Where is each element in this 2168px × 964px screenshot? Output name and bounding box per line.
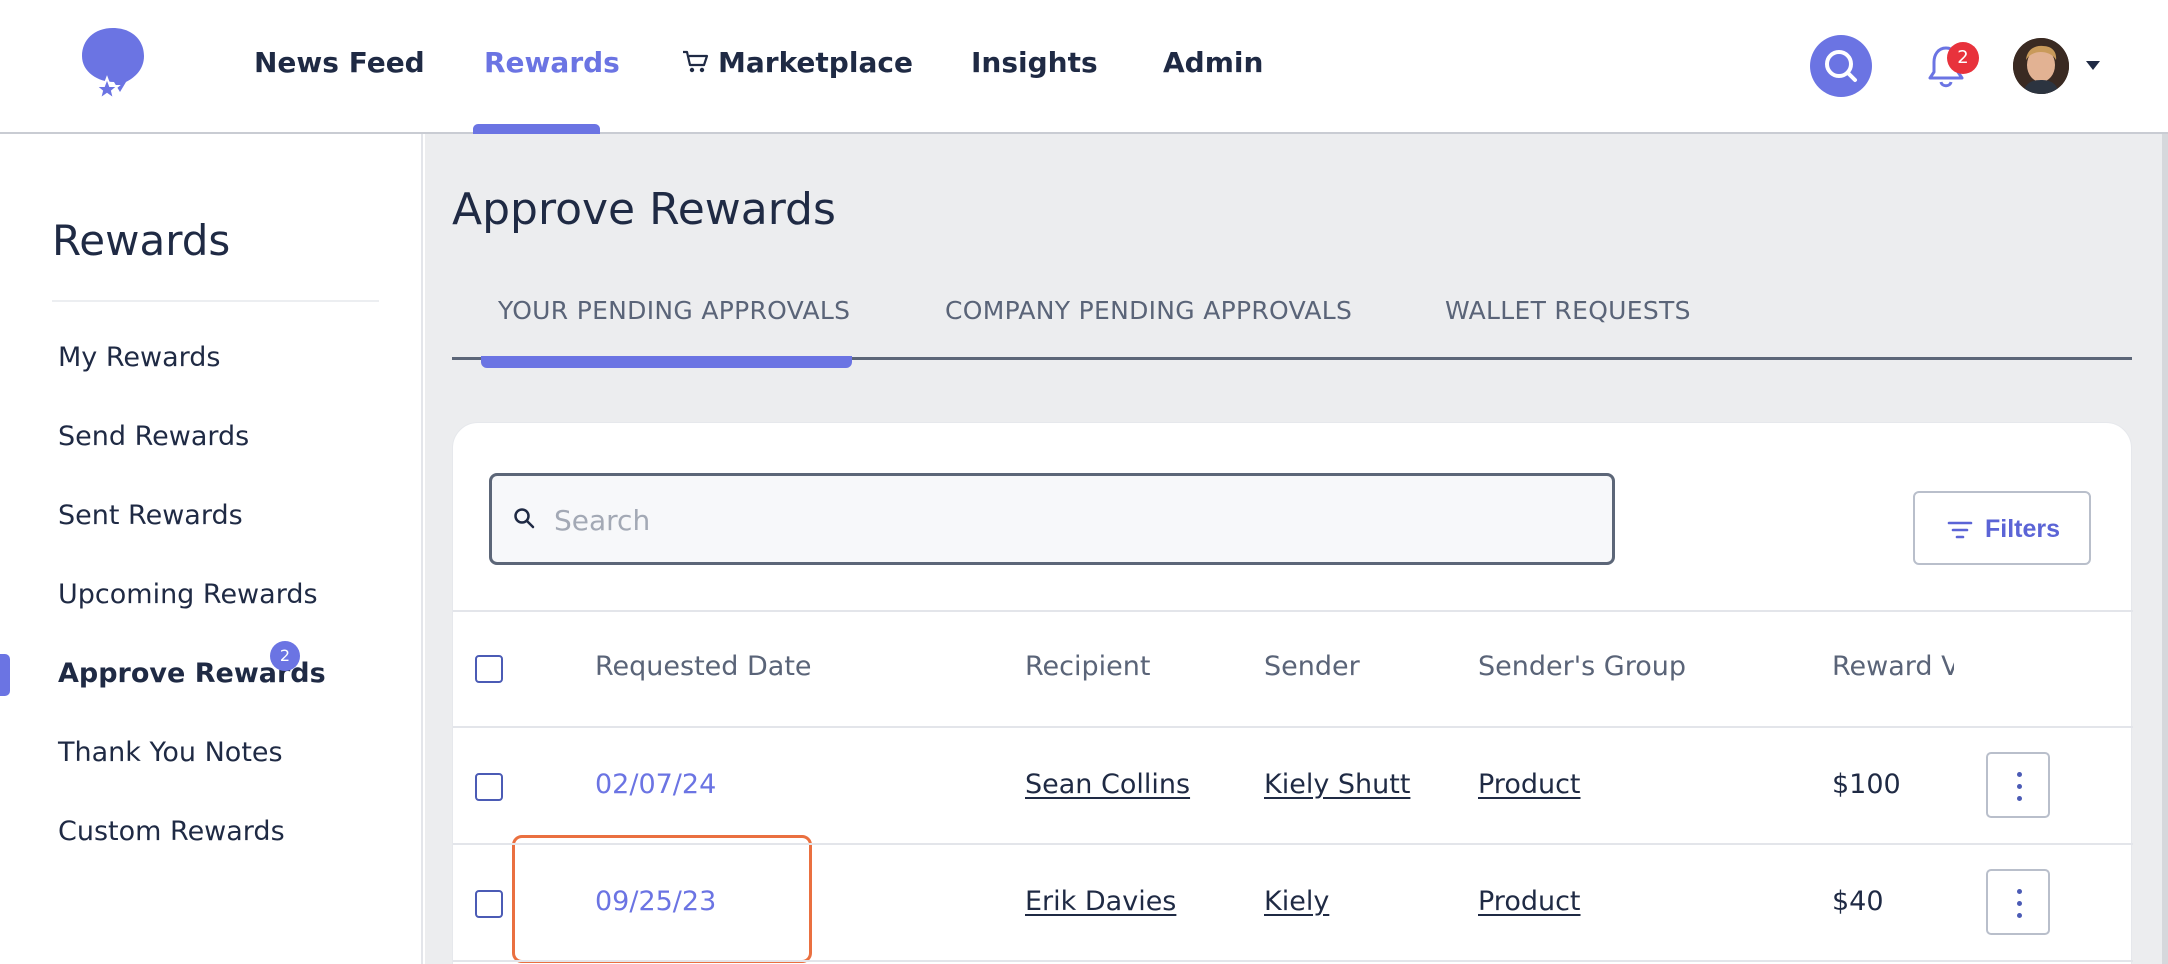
sidebar-title: Rewards	[52, 216, 231, 265]
sidebar-item-custom-rewards[interactable]: Custom Rewards	[58, 816, 285, 847]
divider	[453, 843, 2133, 845]
column-header-requested-date[interactable]: Requested Date	[595, 651, 812, 682]
nav-marketplace-label: Marketplace	[718, 46, 913, 79]
column-header-recipient[interactable]: Recipient	[1025, 651, 1150, 682]
more-vertical-icon[interactable]	[1986, 752, 2050, 818]
column-header-senders-group[interactable]: Sender's Group	[1478, 651, 1686, 682]
nav-active-indicator	[473, 124, 600, 134]
logo-icon[interactable]	[80, 26, 146, 106]
divider	[453, 610, 2133, 612]
main-content: Approve Rewards YOUR PENDING APPROVALS C…	[425, 134, 2168, 964]
top-nav: News Feed Rewards Marketplace Insights A…	[0, 0, 2168, 134]
sidebar: Rewards My Rewards Send Rewards Sent Rew…	[0, 134, 423, 964]
page-title: Approve Rewards	[452, 184, 836, 235]
sender-link[interactable]: Kiely Shutt	[1264, 769, 1410, 800]
search-input[interactable]	[554, 498, 1554, 542]
notification-badge: 2	[1947, 42, 1979, 74]
nav-admin[interactable]: Admin	[1163, 46, 1263, 79]
tab-active-indicator	[481, 356, 852, 368]
recipient-link[interactable]: Sean Collins	[1025, 769, 1190, 800]
approvals-card: Filters Requested Date Recipient Sender …	[452, 422, 2133, 964]
sidebar-active-indicator	[0, 654, 10, 696]
more-vertical-icon[interactable]	[1986, 869, 2050, 935]
filters-button[interactable]: Filters	[1913, 491, 2091, 565]
divider	[52, 300, 379, 302]
global-search-button[interactable]	[1810, 35, 1872, 97]
scrollbar[interactable]	[2162, 134, 2168, 964]
column-header-sender[interactable]: Sender	[1264, 651, 1360, 682]
filters-label: Filters	[1985, 515, 2061, 543]
row-checkbox[interactable]	[475, 773, 503, 801]
reward-value: $100	[1832, 769, 1901, 800]
select-all-checkbox[interactable]	[475, 655, 503, 683]
group-link[interactable]: Product	[1478, 886, 1581, 917]
search-field[interactable]	[489, 473, 1615, 565]
nav-insights[interactable]: Insights	[971, 46, 1098, 79]
search-icon	[1825, 50, 1857, 82]
tab-company-pending-approvals[interactable]: COMPANY PENDING APPROVALS	[945, 296, 1352, 325]
recipient-link[interactable]: Erik Davies	[1025, 886, 1176, 917]
requested-date-link[interactable]: 02/07/24	[595, 769, 716, 800]
column-header-reward-value-wrap: Reward Value	[1832, 633, 1954, 703]
sidebar-item-sent-rewards[interactable]: Sent Rewards	[58, 500, 243, 531]
nav-news-feed[interactable]: News Feed	[254, 46, 425, 79]
sidebar-item-my-rewards[interactable]: My Rewards	[58, 342, 220, 373]
divider	[453, 960, 2133, 962]
nav-rewards[interactable]: Rewards	[484, 46, 620, 79]
nav-marketplace[interactable]: Marketplace	[682, 46, 913, 79]
cart-icon	[683, 50, 709, 73]
reward-value: $40	[1832, 886, 1884, 917]
search-icon	[514, 508, 535, 529]
sidebar-item-thank-you-notes[interactable]: Thank You Notes	[58, 737, 283, 768]
column-header-reward-value[interactable]: Reward Value	[1832, 651, 1954, 682]
sidebar-item-upcoming-rewards[interactable]: Upcoming Rewards	[58, 579, 318, 610]
filter-icon	[1947, 521, 1973, 539]
sender-link[interactable]: Kiely	[1264, 886, 1329, 917]
avatar[interactable]	[2013, 38, 2069, 94]
chevron-down-icon[interactable]	[2086, 61, 2100, 70]
tab-your-pending-approvals[interactable]: YOUR PENDING APPROVALS	[498, 296, 850, 325]
tab-wallet-requests[interactable]: WALLET REQUESTS	[1445, 296, 1691, 325]
approve-rewards-badge: 2	[270, 641, 300, 671]
row-checkbox[interactable]	[475, 890, 503, 918]
divider	[453, 726, 2133, 728]
requested-date-link[interactable]: 09/25/23	[595, 886, 716, 917]
sidebar-item-send-rewards[interactable]: Send Rewards	[58, 421, 249, 452]
group-link[interactable]: Product	[1478, 769, 1581, 800]
